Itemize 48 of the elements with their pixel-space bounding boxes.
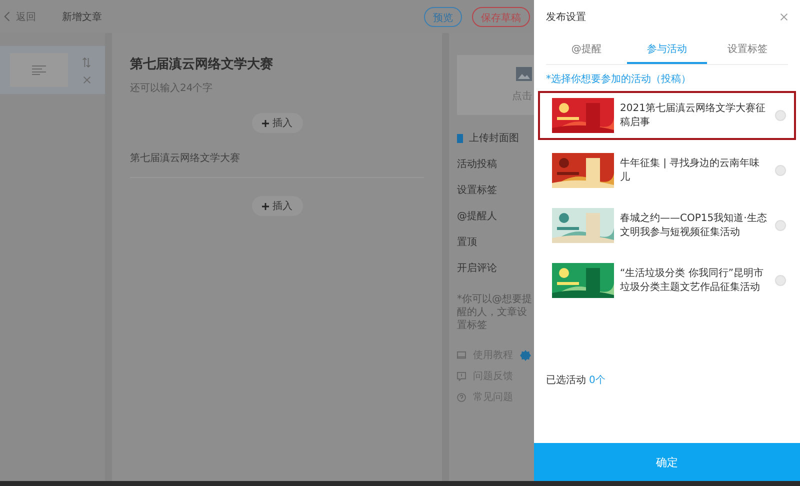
tab[interactable]: 设置标签	[707, 36, 788, 64]
character-count-hint: 还可以输入24个字	[130, 82, 214, 95]
activity-item[interactable]: “生活垃圾分类 你我同行”昆明市垃圾分类主题文艺作品征集活动	[538, 256, 796, 305]
radio-button[interactable]	[775, 110, 786, 121]
setting-label: 设置标签	[457, 184, 498, 197]
tab[interactable]: 参与活动	[626, 36, 708, 64]
help-icon	[457, 392, 466, 402]
insert-button[interactable]: 插入	[252, 196, 302, 216]
upload-cover-label: 上传封面图	[469, 132, 519, 145]
article-title[interactable]: 第七届滇云网络文学大赛	[130, 55, 424, 73]
activity-item[interactable]: 春城之约——COP15我知道·生态文明我参与短视频征集活动	[538, 201, 796, 250]
insert-button[interactable]: 插入	[252, 113, 302, 133]
sort-icon[interactable]	[82, 56, 91, 68]
image-icon	[516, 67, 532, 81]
setting-label: 开启评论	[457, 262, 498, 275]
note-text: *你可以@想要提醒的人，文章设置标签	[457, 293, 533, 332]
activity-hint: *选择你想要参加的活动（投稿）	[546, 72, 692, 86]
text-lines-icon	[32, 65, 46, 75]
plus-icon	[262, 202, 268, 210]
paragraph-text[interactable]: 第七届滇云网络文学大赛	[130, 151, 424, 178]
back-icon	[4, 11, 11, 22]
radio-button[interactable]	[775, 275, 786, 286]
selected-label: 已选活动	[546, 374, 586, 387]
activity-title: 牛年征集 | 寻找身边的云南年味儿	[620, 157, 761, 184]
confirm-button[interactable]: 确定	[534, 443, 800, 481]
activity-title: 2021第七届滇云网络文学大赛征稿启事	[620, 102, 766, 129]
activity-item[interactable]: 牛年征集 | 寻找身边的云南年味儿	[538, 146, 796, 195]
section-card[interactable]	[0, 46, 105, 94]
back-link[interactable]: 返回	[4, 10, 36, 24]
feedback-icon	[457, 372, 466, 380]
drawer-title: 发布设置	[546, 10, 586, 24]
close-icon[interactable]	[82, 76, 90, 84]
badge-icon	[520, 350, 531, 360]
close-icon[interactable]	[780, 13, 788, 21]
radio-button[interactable]	[775, 220, 786, 231]
setting-label: @提醒人	[457, 210, 498, 223]
setting-label: 活动投稿	[457, 158, 498, 171]
radio-button[interactable]	[775, 165, 786, 176]
marker-icon	[457, 134, 463, 142]
plus-icon	[262, 120, 268, 126]
highlighted-activity-item[interactable]: 2021第七届滇云网络文学大赛征稿启事	[538, 91, 796, 140]
selected-count: 0个	[589, 374, 606, 387]
activity-title: “生活垃圾分类 你我同行”昆明市垃圾分类主题文艺作品征集活动	[620, 267, 765, 294]
book-icon	[457, 350, 466, 360]
setting-label: 置顶	[457, 236, 478, 249]
page-title: 新增文章	[62, 10, 102, 24]
tab[interactable]: @提醒	[546, 36, 627, 64]
activity-title: 春城之约——COP15我知道·生态文明我参与短视频征集活动	[620, 212, 768, 239]
